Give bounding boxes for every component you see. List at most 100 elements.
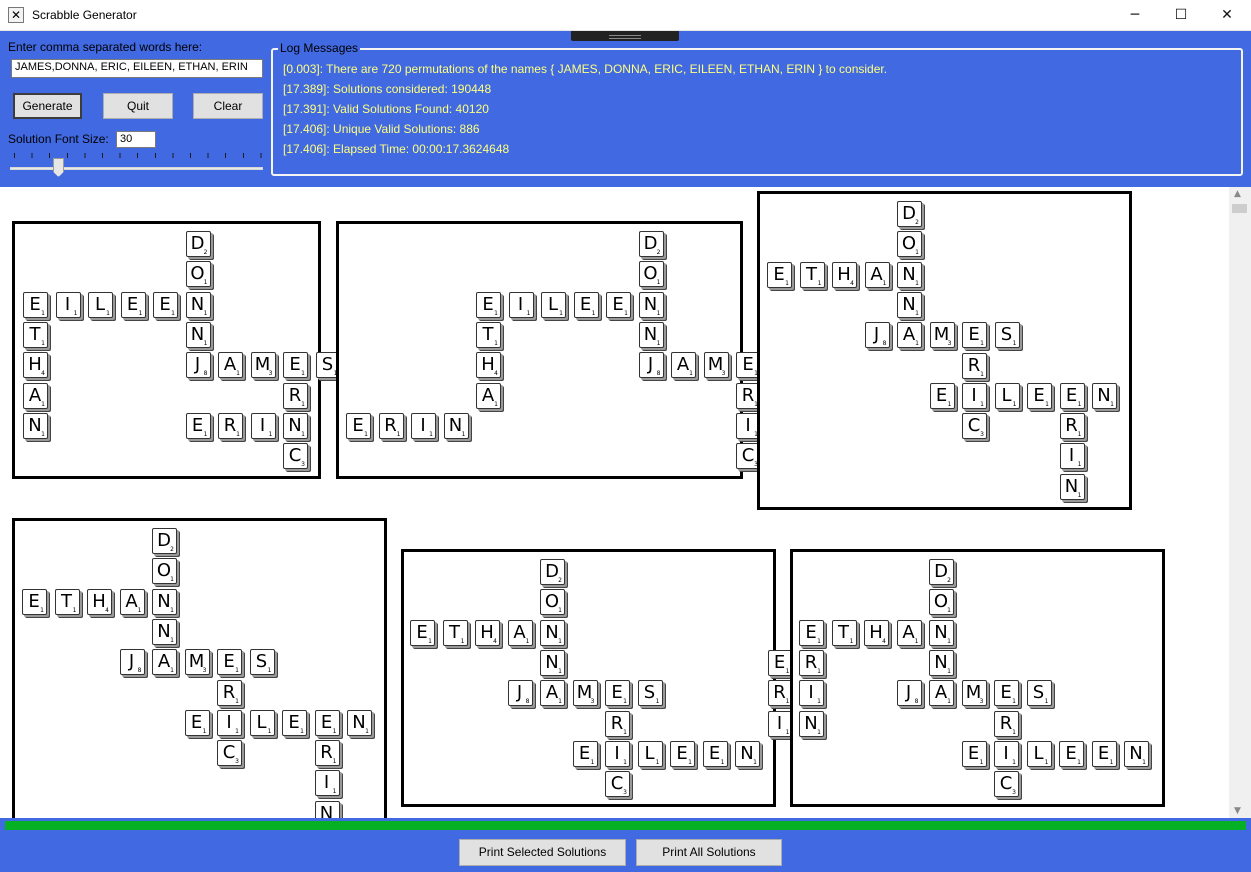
tile-points: 1 <box>558 698 562 706</box>
tile-points: 1 <box>494 400 498 408</box>
letter-tile: R1 <box>994 710 1019 737</box>
solution-board[interactable]: D2O1E1I1L1E1E1N1T1N1H4J8A1M3E1S1A1R1E1R1… <box>336 221 794 479</box>
tile-points: 1 <box>1110 400 1114 408</box>
letter-tile: M3 <box>250 352 276 379</box>
tile-points: 3 <box>979 698 984 706</box>
vertical-scrollbar[interactable]: ▲ ▼ <box>1229 187 1251 818</box>
tile-points: 1 <box>1012 728 1016 736</box>
letter-tile: E1 <box>120 291 146 318</box>
solution-board[interactable]: D2O1E1T1H4A1N1N1J8A1M3E1S1R1E1I1L1E1E1N1… <box>12 518 387 818</box>
solution-board[interactable]: D2 O1 E1 T1 H4 A1 N1 N1 E1 J8 A1 M3 E1 S1 R1 R1 I1 E1 I1 L1… <box>401 549 793 807</box>
letter-tile: E1 <box>1027 382 1052 409</box>
words-label: Enter comma separated words here: <box>8 40 203 54</box>
letter-tile: T1 <box>442 619 468 646</box>
tile-points: 8 <box>137 667 142 675</box>
print-selected-button[interactable]: Print Selected Solutions <box>459 839 626 866</box>
letter-tile: L1 <box>541 291 566 318</box>
close-button[interactable]: ✕ <box>1204 0 1250 30</box>
letter-tile: E1 <box>23 291 48 318</box>
letter-tile: A1 <box>476 382 501 409</box>
letter-tile: M3 <box>703 352 729 379</box>
minimize-button[interactable]: ─ <box>1112 0 1158 30</box>
letter-tile: I1 <box>1059 443 1085 470</box>
tile-points: 1 <box>171 309 175 317</box>
slider-thumb[interactable] <box>53 158 64 177</box>
letter-tile: N1 <box>152 588 177 615</box>
solution-board[interactable]: D2O1E1T1H4A1N1N1J8A1M3E1S1R1E1I1L1E1E1N1… <box>757 191 1132 510</box>
letter-tile: M3 <box>961 680 987 707</box>
letter-tile: E1 <box>283 352 308 379</box>
letter-tile: I1 <box>767 710 793 737</box>
letter-tile: N1 <box>1124 740 1149 767</box>
letter-tile: H4 <box>475 619 500 646</box>
letter-tile: D2 <box>152 528 177 554</box>
tile-points: 1 <box>947 400 952 408</box>
tile-points: 1 <box>267 667 272 675</box>
letter-tile: E1 <box>314 709 340 736</box>
tile-points: 1 <box>1012 400 1017 408</box>
tile-points: 1 <box>1077 400 1082 408</box>
letter-tile: C3 <box>962 413 987 440</box>
letter-tile: N1 <box>897 261 922 288</box>
tile-points: 1 <box>1012 758 1016 766</box>
letter-tile: H4 <box>864 619 889 646</box>
splitter-handle[interactable] <box>571 31 679 41</box>
tile-points: 1 <box>428 637 432 645</box>
tile-points: 1 <box>1077 491 1082 499</box>
letter-tile: I1 <box>605 740 630 767</box>
letter-tile: N1 <box>443 412 469 439</box>
font-size-slider[interactable] <box>10 167 263 170</box>
letter-tile: E1 <box>1091 740 1117 767</box>
tile-points: 1 <box>849 637 854 645</box>
font-size-input[interactable]: 30 <box>116 131 156 148</box>
letter-tile: N1 <box>638 321 664 348</box>
tile-points: 1 <box>332 758 337 766</box>
tile-points: 1 <box>817 279 822 287</box>
scroll-up-icon[interactable]: ▲ <box>1234 189 1241 199</box>
tile-points: 1 <box>236 430 240 438</box>
log-message: [0.003]: There are 720 permutations of t… <box>283 62 888 76</box>
tile-points: 1 <box>203 339 208 347</box>
tile-points: 3 <box>947 340 952 348</box>
tile-points: 2 <box>656 249 661 256</box>
tile-points: 1 <box>332 727 337 735</box>
letter-tile: R1 <box>962 352 987 379</box>
letter-tile: N1 <box>799 710 824 737</box>
letter-tile: N1 <box>929 619 954 646</box>
letter-tile: H4 <box>832 261 857 288</box>
letter-tile: R1 <box>378 412 404 439</box>
maximize-button[interactable]: ☐ <box>1158 0 1204 30</box>
letter-tile: E1 <box>22 588 47 615</box>
scrollbar-thumb[interactable] <box>1232 204 1247 213</box>
letter-tile: J8 <box>185 352 211 379</box>
letter-tile: E1 <box>799 619 824 646</box>
solution-board[interactable]: D2 O1 E1 T1 H4 A1 N1 R1 N1 I1 J8 A1 M3 E1 S1 N1 R1 E1 I1 L1… <box>790 549 1165 807</box>
letter-tile: E1 <box>767 261 792 288</box>
letter-tile: E1 <box>929 382 955 409</box>
letter-tile: N1 <box>185 291 211 318</box>
tile-points: 1 <box>817 667 821 675</box>
clear-button[interactable]: Clear <box>193 93 263 119</box>
letter-tile: R1 <box>605 710 630 737</box>
tile-points: 1 <box>461 430 466 438</box>
letter-tile: A1 <box>152 649 177 676</box>
letter-tile: L1 <box>88 291 113 318</box>
letter-tile: I1 <box>250 412 276 439</box>
solution-board[interactable]: D2O1E1I1L1E1E1N1T1N1H4J8A1M3E1S1A1R1N1E1… <box>12 221 341 479</box>
tile-points: 4 <box>105 606 109 614</box>
letter-tile: O1 <box>897 231 922 258</box>
letter-tile: I1 <box>799 680 824 707</box>
letter-tile: R1 <box>314 740 340 767</box>
quit-button[interactable]: Quit <box>103 93 173 119</box>
words-input[interactable]: JAMES,DONNA, ERIC, EILEEN, ETHAN, ERIN <box>11 59 263 78</box>
control-panel: Enter comma separated words here: JAMES,… <box>0 31 1251 185</box>
letter-tile: J8 <box>864 322 890 349</box>
scroll-down-icon[interactable]: ▼ <box>1234 806 1241 816</box>
letter-tile: S1 <box>249 649 275 676</box>
print-all-button[interactable]: Print All Solutions <box>636 839 782 866</box>
letter-tile: T1 <box>23 321 48 348</box>
tile-points: 1 <box>1077 758 1081 766</box>
letter-tile: I1 <box>217 709 242 736</box>
generate-button[interactable]: Generate <box>13 93 82 119</box>
letter-tile: A1 <box>540 680 565 707</box>
